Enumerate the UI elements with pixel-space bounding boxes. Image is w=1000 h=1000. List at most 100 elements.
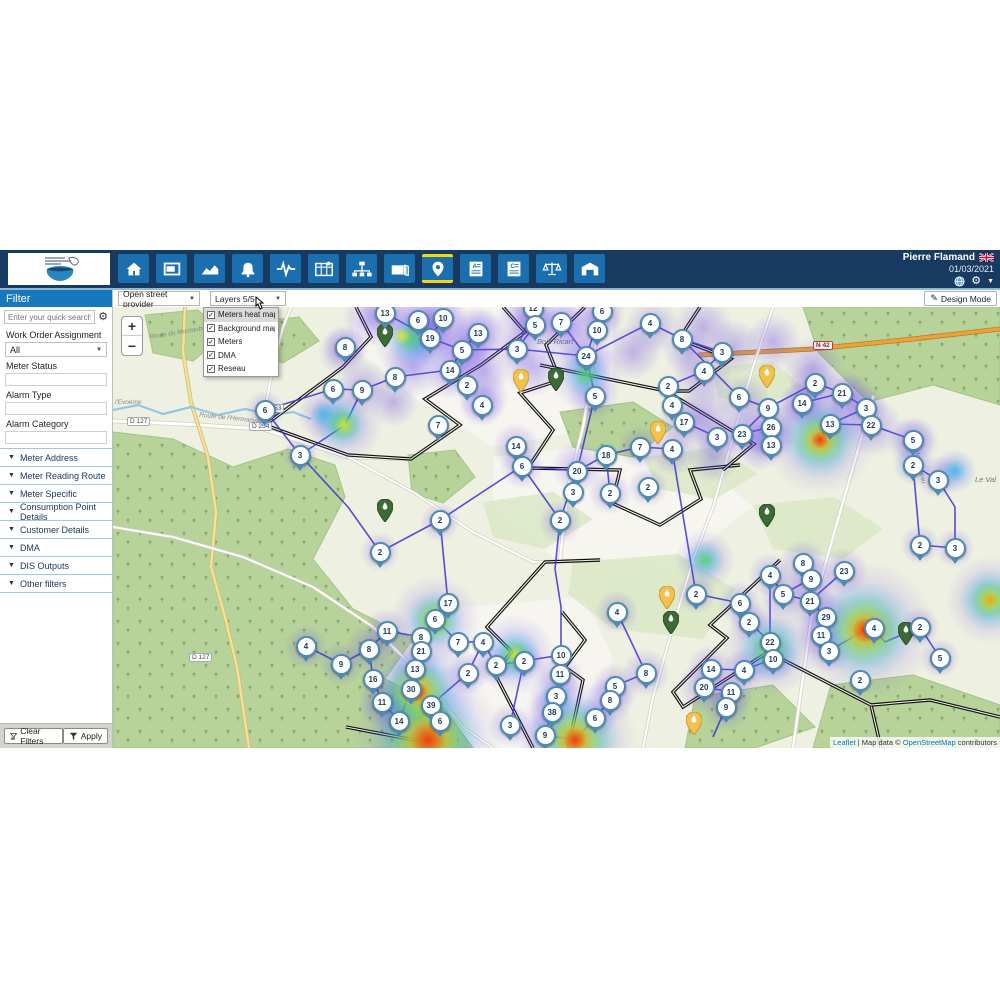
checkbox-checked-icon[interactable]: ✓ bbox=[207, 324, 215, 332]
meter-cluster-marker[interactable]: 14 bbox=[389, 711, 410, 732]
meter-cluster-marker[interactable]: 6 bbox=[323, 379, 344, 400]
meter-pin-yellow[interactable] bbox=[659, 586, 675, 614]
meter-cluster-marker[interactable]: 4 bbox=[760, 565, 781, 586]
meter-cluster-marker[interactable]: 13 bbox=[468, 323, 489, 344]
meter-cluster-marker[interactable]: 2 bbox=[910, 535, 931, 556]
meter-pin-green[interactable] bbox=[663, 611, 679, 639]
meter-cluster-marker[interactable]: 8 bbox=[672, 329, 693, 350]
meter-cluster-marker[interactable]: 6 bbox=[425, 609, 446, 630]
meter-cluster-marker[interactable]: 4 bbox=[694, 361, 715, 382]
meter-pin-yellow[interactable] bbox=[759, 365, 775, 393]
toolbar-button-scales[interactable] bbox=[536, 254, 567, 283]
meter-cluster-marker[interactable]: 10 bbox=[433, 308, 454, 329]
meter-cluster-marker[interactable]: 23 bbox=[732, 424, 753, 445]
clear-filters-button[interactable]: Clear Filters bbox=[4, 728, 63, 744]
sidebar-section-customer-details[interactable]: ▼Customer Details bbox=[0, 521, 112, 539]
checkbox-checked-icon[interactable]: ✓ bbox=[207, 351, 215, 359]
meter-pin-green[interactable] bbox=[377, 499, 393, 527]
meter-cluster-marker[interactable]: 10 bbox=[587, 320, 608, 341]
zoom-out-button[interactable]: − bbox=[122, 336, 142, 355]
meter-cluster-marker[interactable]: 2 bbox=[850, 670, 871, 691]
meter-cluster-marker[interactable]: 11 bbox=[372, 692, 393, 713]
sidebar-section-meter-specific[interactable]: ▼Meter Specific bbox=[0, 485, 112, 503]
checkbox-checked-icon[interactable]: ✓ bbox=[207, 338, 215, 346]
meter-cluster-marker[interactable]: 9 bbox=[535, 725, 556, 746]
meter-cluster-marker[interactable]: 7 bbox=[551, 312, 572, 333]
meter-cluster-marker[interactable]: 11 bbox=[550, 664, 571, 685]
meter-cluster-marker[interactable]: 2 bbox=[430, 510, 451, 531]
toolbar-button-screens[interactable] bbox=[156, 254, 187, 283]
meter-cluster-marker[interactable]: 2 bbox=[638, 477, 659, 498]
meter-status-input[interactable] bbox=[5, 373, 107, 386]
meter-cluster-marker[interactable]: 2 bbox=[686, 584, 707, 605]
meter-cluster-marker[interactable]: 9 bbox=[758, 398, 779, 419]
meter-cluster-marker[interactable]: 13 bbox=[761, 435, 782, 456]
meter-pin-yellow[interactable] bbox=[686, 712, 702, 740]
checkbox-checked-icon[interactable]: ✓ bbox=[207, 311, 215, 319]
meter-cluster-marker[interactable]: 14 bbox=[506, 436, 527, 457]
meter-cluster-marker[interactable]: 13 bbox=[375, 307, 396, 324]
meter-cluster-marker[interactable]: 2 bbox=[486, 655, 507, 676]
zoom-in-button[interactable]: + bbox=[122, 317, 142, 336]
meter-cluster-marker[interactable]: 2 bbox=[458, 663, 479, 684]
meter-cluster-marker[interactable]: 7 bbox=[428, 415, 449, 436]
meter-cluster-marker[interactable]: 2 bbox=[805, 373, 826, 394]
meter-cluster-marker[interactable]: 21 bbox=[800, 591, 821, 612]
meter-cluster-marker[interactable]: 7 bbox=[448, 632, 469, 653]
meter-cluster-marker[interactable]: 23 bbox=[834, 561, 855, 582]
apply-button[interactable]: Apply bbox=[63, 728, 108, 744]
meter-pin-green[interactable] bbox=[548, 368, 564, 396]
toolbar-button-hierarchy[interactable] bbox=[346, 254, 377, 283]
meter-cluster-marker[interactable]: 14 bbox=[440, 360, 461, 381]
meter-cluster-marker[interactable]: 2 bbox=[600, 483, 621, 504]
meter-cluster-marker[interactable]: 11 bbox=[377, 621, 398, 642]
meter-cluster-marker[interactable]: 6 bbox=[430, 711, 451, 732]
meter-cluster-marker[interactable]: 2 bbox=[457, 375, 478, 396]
meter-cluster-marker[interactable]: 9 bbox=[331, 654, 352, 675]
meter-cluster-marker[interactable]: 2 bbox=[739, 612, 760, 633]
quick-search-input[interactable] bbox=[4, 310, 95, 324]
meter-cluster-marker[interactable]: 3 bbox=[507, 339, 528, 360]
meter-cluster-marker[interactable]: 8 bbox=[600, 690, 621, 711]
meter-cluster-marker[interactable]: 5 bbox=[903, 430, 924, 451]
meter-cluster-marker[interactable]: 19 bbox=[420, 328, 441, 349]
design-mode-button[interactable]: ✎ Design Mode bbox=[924, 291, 997, 306]
layer-option-meters-heat-map[interactable]: ✓Meters heat map bbox=[204, 308, 278, 322]
toolbar-button-bell[interactable] bbox=[232, 254, 263, 283]
osm-link[interactable]: OpenStreetMap bbox=[903, 738, 956, 747]
meter-cluster-marker[interactable]: 4 bbox=[734, 660, 755, 681]
meter-cluster-marker[interactable]: 30 bbox=[401, 679, 422, 700]
meter-cluster-marker[interactable]: 16 bbox=[363, 669, 384, 690]
leaflet-link[interactable]: Leaflet bbox=[833, 738, 856, 747]
layers-dropdown[interactable]: Layers 5/5▼ bbox=[210, 291, 286, 306]
sidebar-section-meter-address[interactable]: ▼Meter Address bbox=[0, 449, 112, 467]
meter-cluster-marker[interactable]: 2 bbox=[658, 376, 679, 397]
meter-cluster-marker[interactable]: 17 bbox=[674, 412, 695, 433]
toolbar-button-grid[interactable] bbox=[308, 254, 339, 283]
meter-cluster-marker[interactable]: 3 bbox=[712, 342, 733, 363]
meter-cluster-marker[interactable]: 4 bbox=[864, 618, 885, 639]
meter-cluster-marker[interactable]: 6 bbox=[408, 310, 429, 331]
meter-cluster-marker[interactable]: 6 bbox=[730, 593, 751, 614]
meter-cluster-marker[interactable]: 4 bbox=[607, 602, 628, 623]
sidebar-section-consumption-point-details[interactable]: ▼Consumption Point Details bbox=[0, 503, 112, 521]
meter-cluster-marker[interactable]: 13 bbox=[405, 659, 426, 680]
search-settings-gear-icon[interactable]: ⚙ bbox=[98, 312, 108, 323]
meter-cluster-marker[interactable]: 3 bbox=[563, 482, 584, 503]
sidebar-section-dma[interactable]: ▼DMA bbox=[0, 539, 112, 557]
meter-cluster-marker[interactable]: 4 bbox=[473, 632, 494, 653]
toolbar-button-map-pin[interactable] bbox=[422, 254, 453, 283]
meter-cluster-marker[interactable]: 2 bbox=[370, 542, 391, 563]
meter-cluster-marker[interactable]: 2 bbox=[910, 617, 931, 638]
alarm-category-input[interactable] bbox=[5, 431, 107, 444]
meter-cluster-marker[interactable]: 2 bbox=[903, 455, 924, 476]
meter-cluster-marker[interactable]: 8 bbox=[385, 367, 406, 388]
layer-option-meters[interactable]: ✓Meters bbox=[204, 335, 278, 349]
meter-cluster-marker[interactable]: 6 bbox=[729, 387, 750, 408]
meter-cluster-marker[interactable]: 3 bbox=[707, 427, 728, 448]
meter-cluster-marker[interactable]: 10 bbox=[551, 645, 572, 666]
layer-option-dma[interactable]: ✓DMA bbox=[204, 349, 278, 363]
settings-gear-icon[interactable]: ⚙ bbox=[971, 276, 981, 287]
meter-cluster-marker[interactable]: 5 bbox=[773, 584, 794, 605]
work-order-assignment-select[interactable]: All▼ bbox=[5, 342, 107, 357]
